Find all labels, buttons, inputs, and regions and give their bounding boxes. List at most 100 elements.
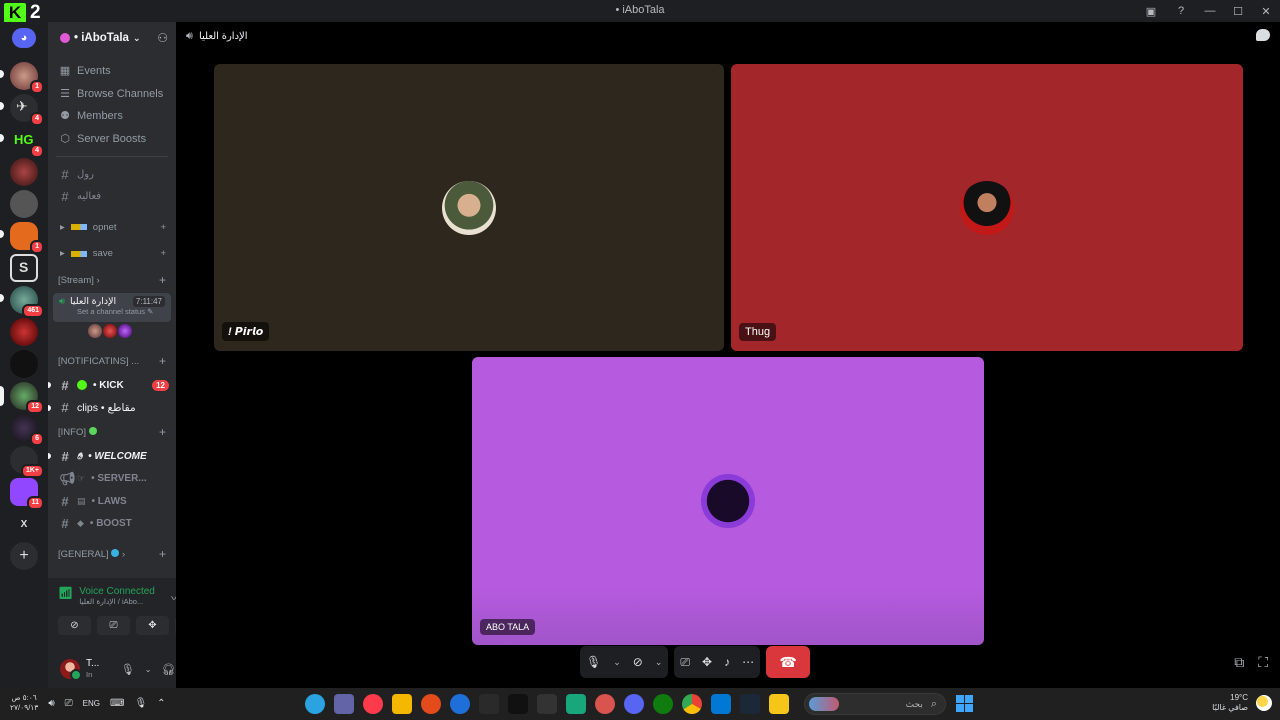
camera-off-button[interactable]: ⊘ [58,616,91,635]
category-general[interactable]: [GENERAL] › + [48,541,176,567]
chevron-up-icon[interactable]: ⌃ [157,698,165,709]
clock[interactable]: ٥:٠٦ ص ٢٧/٠٩/١٣ [10,693,38,713]
nav-browse-channels[interactable]: ☰ Browse Channels [48,83,176,106]
steam-icon[interactable] [740,694,760,714]
headphones-icon[interactable]: 🎧︎ [161,663,175,676]
maximize-button[interactable]: ☐ [1224,5,1252,18]
channel-item-server[interactable]: 📢︎ ☞ • SERVER... [48,468,176,491]
folder-save[interactable]: ▸ save + [48,241,176,268]
fullscreen-icon[interactable]: ⛶ [1258,654,1268,671]
activities-icon[interactable]: ✥ [702,655,712,669]
activities-button[interactable]: ✥ [136,616,169,635]
chevron-down-icon[interactable]: ⌄ [613,657,621,668]
epic-games-icon[interactable] [479,694,499,714]
add-server-icon[interactable]: + [10,542,38,570]
category-notifications[interactable]: [NOTIFICATINS] ... + [48,348,176,374]
server-icon[interactable]: 1 [10,62,44,94]
server-header[interactable]: • iAboTala ⌄ ⚇ [48,22,176,54]
avatar[interactable] [103,324,117,338]
channel-item-boost[interactable]: # ◆ • BOOST [48,513,176,536]
server-icon[interactable] [10,350,38,378]
folder-opnet[interactable]: ▸ opnet + [48,214,176,241]
weather-widget[interactable]: 19°C صافي غالبًا [1212,693,1272,713]
minimize-button[interactable]: — [1196,5,1224,17]
server-icon[interactable]: 6 [10,414,44,446]
server-icon[interactable] [10,190,38,218]
add-channel-icon[interactable]: + [160,222,166,233]
add-channel-icon[interactable]: + [159,547,166,561]
voice-channel-active[interactable]: 🔊︎ الإدارة العليا 7:11:47 Set a channel s… [53,293,171,322]
discord-icon[interactable] [624,694,644,714]
channel-item-kick[interactable]: # • KICK 12 [48,374,176,397]
store-icon[interactable] [711,694,731,714]
opera-icon[interactable] [363,694,383,714]
taskbar-search[interactable]: بحث ⌕ [804,693,946,715]
participant-tile[interactable]: ! 𝙋𝙞𝙧𝙡𝙤 [214,64,724,351]
close-button[interactable]: ✕ [1252,5,1280,18]
language-indicator[interactable]: ENG [83,699,100,708]
server-icon[interactable]: HG 4 [10,126,44,158]
participant-tile[interactable]: ABO TALA [472,357,984,645]
avatar[interactable] [60,659,82,681]
nav-events[interactable]: ▦ Events [48,60,176,83]
signal-icon[interactable]: 📶︎ [58,586,73,600]
popout-icon[interactable]: ⧉ [1234,654,1244,671]
add-channel-icon[interactable]: + [159,354,166,368]
avatar[interactable] [118,324,132,338]
burp-icon[interactable] [421,694,441,714]
chatgpt-icon[interactable] [595,694,615,714]
soundboard-icon[interactable]: ♪ [724,655,730,669]
camera-off-icon[interactable]: ⊘ [633,655,643,669]
x-server-icon[interactable]: X [10,510,38,538]
more-icon[interactable]: ⋯ [742,655,754,669]
channel-item[interactable]: # فعاليه [48,186,176,209]
microphone-icon[interactable]: 🎙︎ [121,663,135,676]
add-channel-icon[interactable]: + [160,248,166,259]
screen-share-icon[interactable]: ▣ [1136,5,1166,18]
channel-item-laws[interactable]: # ▤ • LAWS [48,490,176,513]
edge-dev-icon[interactable] [450,694,470,714]
discord-home-icon[interactable]: ◕ [12,28,36,48]
chevron-down-icon[interactable]: ⌄ [655,657,663,668]
server-icon[interactable]: 12 [10,382,44,414]
server-icon[interactable]: ✈ 4 [10,94,44,126]
add-channel-icon[interactable]: + [159,273,166,287]
server-icon[interactable]: 1K+ [10,446,44,478]
server-icon[interactable]: 1 [10,222,44,254]
volume-icon[interactable]: 🔊︎ [48,698,54,709]
tiktok-icon[interactable] [508,694,528,714]
screen-share-button[interactable]: ⎚ [97,616,130,635]
help-icon[interactable]: ? [1166,5,1196,17]
nav-members[interactable]: ⚉ Members [48,105,176,128]
participant-tile[interactable]: Thug [731,64,1243,351]
server-icon[interactable]: 11 [10,478,44,510]
server-icon[interactable]: 461 [10,286,44,318]
microphone-icon[interactable]: 🎙︎ [134,698,147,709]
capcut-icon[interactable] [537,694,557,714]
server-icon[interactable] [10,158,38,186]
server-icon[interactable]: S [10,254,38,282]
windows-start-icon[interactable] [956,695,973,712]
chat-bubble-icon[interactable] [1256,29,1270,41]
screen-share-icon[interactable]: ⎚ [680,655,690,670]
category-info[interactable]: [INFO] + [48,419,176,445]
chrome-icon[interactable] [682,694,702,714]
end-call-button[interactable]: ☎ [766,646,811,678]
category-stream[interactable]: [Stream] › + [48,267,176,293]
server-icon[interactable] [10,318,38,346]
rockstar-icon[interactable] [392,694,412,714]
invite-people-icon[interactable]: ⚇ [157,31,168,45]
file-explorer-icon[interactable] [769,694,789,714]
avatar[interactable] [88,324,102,338]
add-channel-icon[interactable]: + [159,425,166,439]
telegram-icon[interactable] [305,694,325,714]
channel-item[interactable]: # رول [48,163,176,186]
nav-server-boosts[interactable]: ⬡ Server Boosts [48,128,176,151]
network-icon[interactable]: ⎚ [65,698,73,709]
voice-connected-subtitle[interactable]: الإدارة العليا / iAbo... [79,597,155,606]
channel-item-clips[interactable]: # clips • مقاطع [48,397,176,420]
xbox-icon[interactable] [653,694,673,714]
channel-status-prompt[interactable]: Set a channel status [77,307,145,316]
chevron-down-icon[interactable]: ⌄ [145,665,152,674]
teams-icon[interactable] [334,694,354,714]
